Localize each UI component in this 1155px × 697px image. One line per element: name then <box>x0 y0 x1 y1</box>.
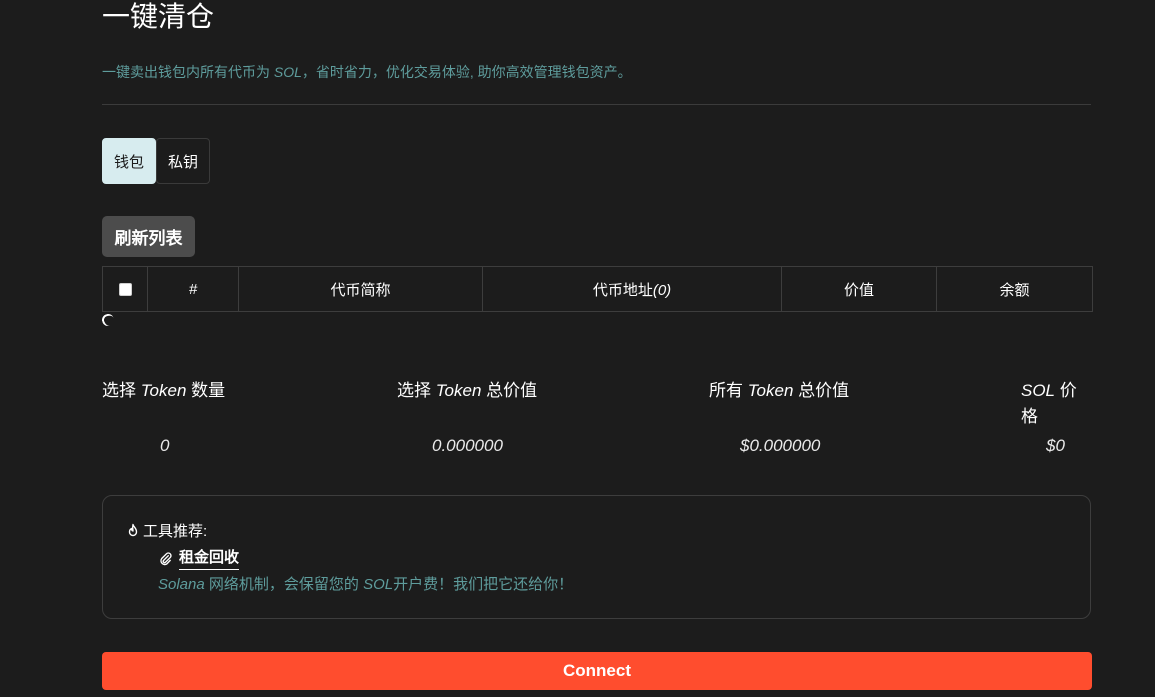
stat-label-token: Token <box>435 381 482 400</box>
stat-label-token: Token <box>140 381 187 400</box>
desc-sol: SOL <box>363 576 394 593</box>
fire-icon <box>128 523 138 536</box>
col-index-label: # <box>188 280 198 298</box>
stat-label-post: 总价值 <box>481 381 538 400</box>
stat-sol-price-value: $0 <box>1046 436 1065 455</box>
stat-label-pre: 所有 <box>709 381 748 400</box>
connect-button[interactable]: Connect <box>102 652 1092 690</box>
stat-label-post: 数量 <box>186 381 226 400</box>
col-address-count: (0) <box>652 281 672 299</box>
col-value-header: 价值 <box>781 266 937 312</box>
col-index-header: # <box>147 266 239 312</box>
header-divider <box>102 104 1091 105</box>
source-tabs: 钱包 私钥 <box>102 138 211 184</box>
tab-wallet[interactable]: 钱包 <box>102 138 157 184</box>
desc-mid: 网络机制，会保留您的 <box>204 576 364 593</box>
stat-label-post: 总价值 <box>793 381 850 400</box>
stat-label-pre: 选择 <box>102 381 141 400</box>
page-subtitle: 一键卖出钱包内所有代币为 SOL，省时省力，优化交易体验, 助你高效管理钱包资产… <box>102 62 632 82</box>
stat-label-token: SOL <box>1021 381 1056 400</box>
table-header-row: # 代币简称 代币地址(0) 价值 余额 <box>102 266 1093 312</box>
rent-reclaim-link[interactable]: 租金回收 <box>179 546 240 570</box>
refresh-list-button[interactable]: 刷新列表 <box>102 216 195 257</box>
recommend-link-row: 租金回收 <box>158 546 240 570</box>
subtitle-sol: SOL <box>273 64 302 80</box>
col-balance-header: 余额 <box>936 266 1093 312</box>
stat-label-token: Token <box>747 381 794 400</box>
page-title: 一键清仓 <box>102 1 215 32</box>
select-all-checkbox[interactable] <box>118 283 132 297</box>
desc-post: 开户费！我们把它还给你！ <box>393 576 574 593</box>
tool-recommend-card: 工具推荐: 租金回收 Solana 网络机制，会保留您的 SOL开户费！我们把它… <box>102 495 1091 619</box>
paperclip-icon <box>160 551 172 565</box>
select-all-header <box>102 266 148 312</box>
token-table: # 代币简称 代币地址(0) 价值 余额 <box>102 266 1093 312</box>
stats-summary: 选择 Token 数量 0 选择 Token 总价值 0.000000 所有 T… <box>102 378 1092 468</box>
col-address-label: 代币地址 <box>592 281 653 299</box>
stat-selected-value-value: 0.000000 <box>432 436 503 455</box>
stat-all-value-label: 所有 Token 总价值 <box>709 378 849 404</box>
stat-label-pre: 选择 <box>397 381 436 400</box>
stat-selected-count-value: 0 <box>160 436 170 455</box>
loading-spinner-icon <box>100 312 116 328</box>
stat-selected-value-label: 选择 Token 总价值 <box>397 378 537 404</box>
recommend-heading: 工具推荐: <box>125 520 207 541</box>
recommend-description: Solana 网络机制，会保留您的 SOL开户费！我们把它还给你！ <box>158 573 573 594</box>
stat-sol-price-label: SOL 价格 <box>1021 378 1092 430</box>
subtitle-post: ，省时省力，优化交易体验, 助你高效管理钱包资产。 <box>301 64 632 80</box>
stat-selected-count-label: 选择 Token 数量 <box>102 378 225 404</box>
stat-all-value-value: $0.000000 <box>740 436 821 455</box>
col-name-header: 代币简称 <box>238 266 483 312</box>
desc-solana: Solana <box>158 576 205 593</box>
recommend-heading-label: 工具推荐: <box>143 523 208 540</box>
subtitle-pre: 一键卖出钱包内所有代币为 <box>102 64 274 80</box>
tab-private-key[interactable]: 私钥 <box>156 138 211 184</box>
col-address-header: 代币地址(0) <box>482 266 782 312</box>
